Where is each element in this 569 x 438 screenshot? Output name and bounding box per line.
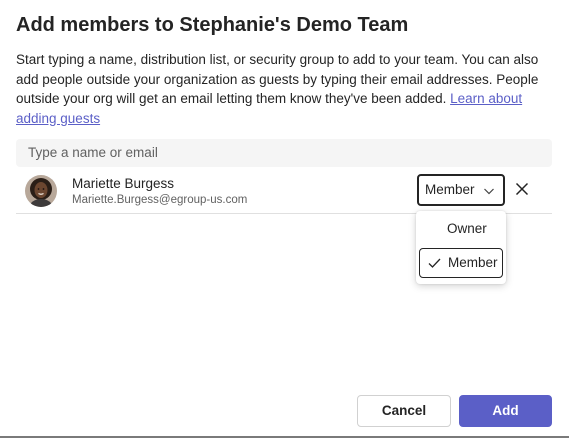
member-row: Mariette Burgess Mariette.Burgess@egroup…	[16, 171, 552, 214]
role-option-owner[interactable]: Owner	[419, 215, 503, 245]
search-input[interactable]: Type a name or email	[16, 139, 552, 167]
add-button[interactable]: Add	[459, 395, 552, 427]
member-name: Mariette Burgess	[72, 176, 175, 191]
role-dropdown-value: Member	[425, 182, 475, 197]
member-email: Mariette.Burgess@egroup-us.com	[72, 194, 248, 206]
role-option-label: Member	[448, 255, 498, 270]
role-menu: Owner Member	[416, 211, 506, 284]
person-photo-icon	[25, 175, 57, 207]
dialog-title: Add members to Stephanie's Demo Team	[16, 14, 409, 36]
role-dropdown[interactable]: Member	[417, 174, 505, 206]
close-icon	[515, 182, 529, 196]
remove-member-button[interactable]	[514, 181, 530, 197]
chevron-down-icon	[484, 188, 494, 195]
dialog-description: Start typing a name, distribution list, …	[16, 50, 556, 128]
role-option-member[interactable]: Member	[419, 248, 503, 278]
avatar	[25, 175, 57, 207]
cancel-button[interactable]: Cancel	[357, 395, 451, 427]
add-members-dialog: Add members to Stephanie's Demo Team Sta…	[0, 0, 569, 438]
role-option-label: Owner	[447, 221, 487, 236]
checkmark-icon	[428, 258, 441, 268]
